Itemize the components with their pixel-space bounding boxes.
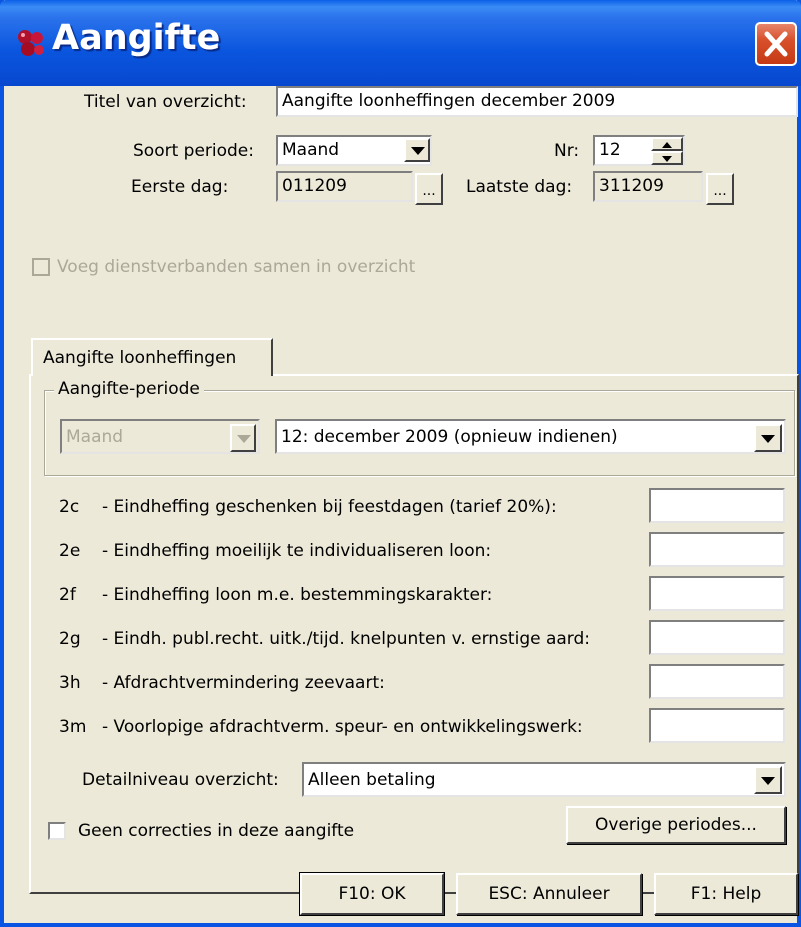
line-input-2c[interactable] <box>649 488 785 523</box>
line-input-2g[interactable] <box>649 620 785 655</box>
titel-label: Titel van overzicht: <box>84 92 247 112</box>
close-button[interactable] <box>755 22 797 66</box>
aangifte-periode-select[interactable]: 12: december 2009 (opnieuw indienen) <box>275 419 786 454</box>
periode-type-value: Maand <box>66 427 124 447</box>
chevron-down-icon <box>411 147 425 155</box>
line-label: - Eindheffing loon m.e. bestemmingskarak… <box>102 585 493 605</box>
laatste-dag-picker-button[interactable]: ... <box>706 173 734 205</box>
aangifte-periode-dropdown-button[interactable] <box>754 424 782 452</box>
aangifte-dialog: Aangifte Titel van overzicht: Aangifte l… <box>0 0 801 927</box>
laatste-dag-label: Laatste dag: <box>466 177 573 197</box>
line-label: - Eindh. publ.recht. uitk./tijd. knelpun… <box>102 629 591 649</box>
geen-correcties-checkbox[interactable] <box>48 822 66 840</box>
eerste-dag-picker-button[interactable]: ... <box>415 173 443 205</box>
detailniveau-value: Alleen betaling <box>308 770 436 790</box>
eerste-dag-input[interactable]: 011209 <box>276 171 413 202</box>
nr-value: 12 <box>599 140 621 160</box>
line-input-2f[interactable] <box>649 576 785 611</box>
app-logo-icon <box>18 30 44 56</box>
laatste-dag-value: 311209 <box>599 176 664 196</box>
line-code: 2g <box>59 629 81 649</box>
nr-spinner-up[interactable] <box>651 137 683 151</box>
periode-type-dropdown-button <box>230 424 256 452</box>
soort-periode-value: Maand <box>282 140 340 160</box>
tab-aangifte-loonheffingen[interactable]: Aangifte loonheffingen <box>31 338 273 376</box>
voeg-dienstverbanden-checkbox[interactable] <box>32 258 50 276</box>
line-input-3h[interactable] <box>649 664 785 699</box>
line-code: 2c <box>59 497 80 517</box>
spinner-up-icon <box>662 142 672 148</box>
eerste-dag-value: 011209 <box>282 176 347 196</box>
help-button[interactable]: F1: Help <box>654 873 798 915</box>
detailniveau-dropdown-button[interactable] <box>754 766 782 794</box>
nr-spinner-down[interactable] <box>651 151 683 165</box>
line-label: - Eindheffing moeilijk te individualiser… <box>102 541 492 561</box>
soort-periode-dropdown-button[interactable] <box>404 138 430 162</box>
chevron-down-icon <box>761 435 775 443</box>
close-icon <box>764 31 788 57</box>
geen-correcties-label: Geen correcties in deze aangifte <box>78 821 355 841</box>
laatste-dag-input[interactable]: 311209 <box>593 171 703 202</box>
titel-input[interactable]: Aangifte loonheffingen december 2009 <box>276 86 798 117</box>
line-code: 2f <box>59 585 76 605</box>
line-input-3m[interactable] <box>649 708 785 743</box>
detailniveau-label: Detailniveau overzicht: <box>82 770 279 790</box>
aangifte-periode-group-title: Aangifte-periode <box>54 379 204 399</box>
line-code: 3h <box>59 673 81 693</box>
detailniveau-select[interactable]: Alleen betaling <box>302 762 786 797</box>
ok-button[interactable]: F10: OK <box>299 872 445 916</box>
line-code: 3m <box>59 717 87 737</box>
line-code: 2e <box>59 541 81 561</box>
aangifte-periode-value: 12: december 2009 (opnieuw indienen) <box>281 427 618 447</box>
spinner-down-icon <box>662 156 672 162</box>
line-input-2e[interactable] <box>649 532 785 567</box>
voeg-dienstverbanden-label: Voeg dienstverbanden samen in overzicht <box>57 257 416 277</box>
dialog-content: Titel van overzicht: Aangifte loonheffin… <box>4 86 799 923</box>
line-label: - Afdrachtvermindering zeevaart: <box>102 673 385 693</box>
eerste-dag-label: Eerste dag: <box>131 177 229 197</box>
soort-periode-label: Soort periode: <box>133 141 254 161</box>
annuleer-button[interactable]: ESC: Annuleer <box>456 873 642 915</box>
tab-label: Aangifte loonheffingen <box>43 348 237 368</box>
overige-periodes-button[interactable]: Overige periodes... <box>566 806 786 844</box>
title-bar[interactable]: Aangifte <box>0 0 801 86</box>
chevron-down-icon <box>761 777 775 785</box>
window-title: Aangifte <box>52 18 221 58</box>
line-label: - Voorlopige afdrachtverm. speur- en ont… <box>102 717 583 737</box>
chevron-down-icon <box>237 435 251 443</box>
line-label: - Eindheffing geschenken bij feestdagen … <box>102 497 557 517</box>
nr-label: Nr: <box>554 141 580 161</box>
